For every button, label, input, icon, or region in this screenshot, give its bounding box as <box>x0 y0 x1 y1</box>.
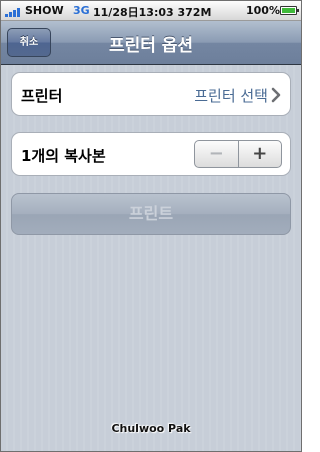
copies-stepper[interactable]: − + <box>194 140 282 168</box>
printer-value: 프린터 선택 <box>194 87 268 105</box>
battery-percent: 100% <box>246 4 280 17</box>
decrement-button[interactable]: − <box>195 141 239 167</box>
navigation-bar: 취소 프린터 옵션 <box>1 21 301 65</box>
chevron-right-icon <box>271 87 281 103</box>
printer-select-row[interactable]: 프린터 프린터 선택 <box>11 72 291 116</box>
increment-button[interactable]: + <box>239 141 282 167</box>
carrier-name: SHOW <box>25 4 64 17</box>
copies-label: 1개의 복사본 <box>21 147 106 165</box>
network-type: 3G <box>73 4 90 17</box>
phone-screen: SHOW 3G 11/28日13:03 372M 100% 취소 프린터 옵션 … <box>0 0 302 452</box>
printer-label: 프린터 <box>21 87 63 105</box>
status-clock: 11/28日13:03 372M <box>93 6 212 19</box>
battery-icon <box>280 6 299 15</box>
copies-row: 1개의 복사본 − + <box>11 132 291 176</box>
print-button[interactable]: 프린트 <box>11 193 291 235</box>
status-bar: SHOW 3G 11/28日13:03 372M 100% <box>1 1 301 21</box>
page-title: 프린터 옵션 <box>108 36 194 56</box>
signal-strength-icon <box>5 7 25 17</box>
watermark: Chulwoo Pak <box>111 422 191 435</box>
